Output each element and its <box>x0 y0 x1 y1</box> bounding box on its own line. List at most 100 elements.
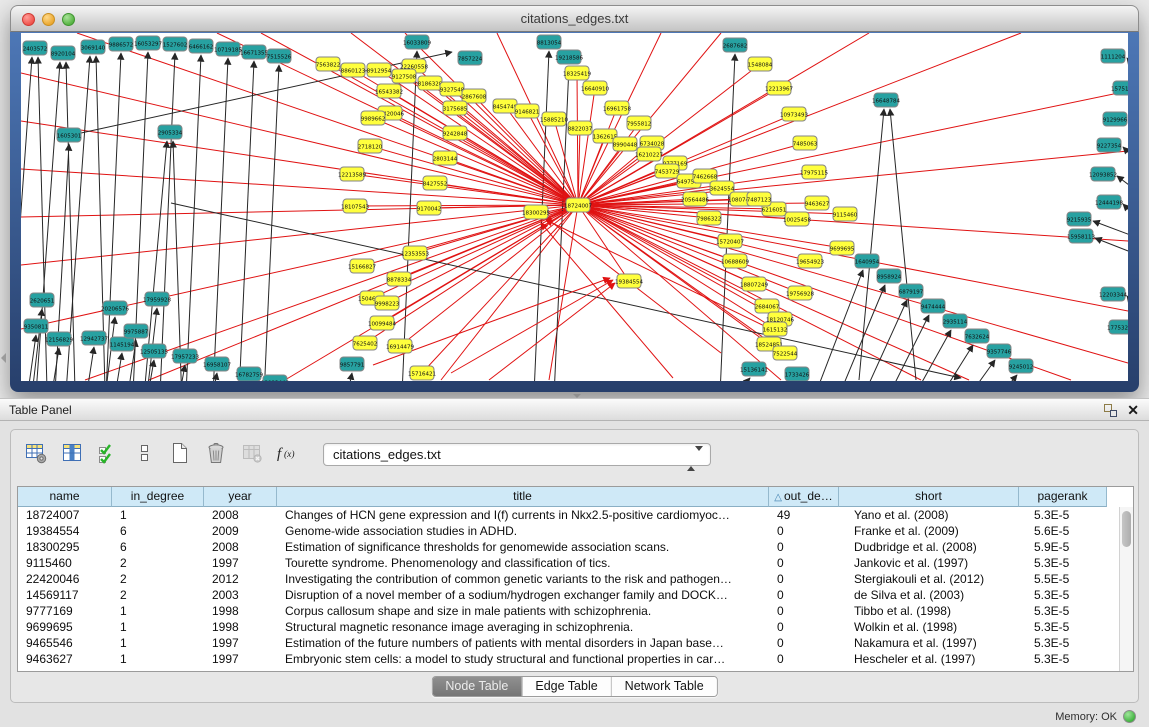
table-cell[interactable]: 1997 <box>204 635 277 651</box>
new-table-icon[interactable] <box>165 439 195 469</box>
table-cell[interactable]: 0 <box>769 587 839 603</box>
column-header-outde[interactable]: △out_de… <box>769 487 839 507</box>
table-row[interactable]: 1830029562008Estimation of significance … <box>18 539 1119 555</box>
table-cell[interactable]: 18300295 <box>18 539 112 555</box>
graph-edge[interactable] <box>1123 204 1128 222</box>
graph-edge[interactable] <box>855 315 929 381</box>
select-all-icon[interactable] <box>93 439 123 469</box>
table-cell[interactable]: 19384554 <box>18 523 112 539</box>
table-cell[interactable]: 5.3E-5 <box>1019 587 1107 603</box>
table-cell[interactable]: 2 <box>112 555 204 571</box>
graph-edge[interactable] <box>21 335 36 381</box>
table-cell[interactable]: 5.6E-5 <box>1019 523 1107 539</box>
memory-status-icon[interactable] <box>1123 710 1136 723</box>
table-cell[interactable]: 9463627 <box>18 651 112 667</box>
graph-edge[interactable] <box>76 347 94 381</box>
table-cell[interactable]: 14569117 <box>18 587 112 603</box>
table-cell[interactable]: 1998 <box>204 619 277 635</box>
table-cell[interactable]: 9465546 <box>18 635 112 651</box>
graph-edge[interactable] <box>399 51 417 381</box>
table-cell[interactable]: 0 <box>769 619 839 635</box>
graph-edge[interactable] <box>370 146 578 205</box>
graph-edge[interactable] <box>577 73 578 205</box>
minimize-window-icon[interactable] <box>42 13 55 26</box>
function-builder-icon[interactable]: f (x) <box>273 439 303 469</box>
table-cell[interactable]: 5.3E-5 <box>1019 619 1107 635</box>
table-cell[interactable]: 9777169 <box>18 603 112 619</box>
graph-edge[interactable] <box>21 169 578 205</box>
graph-edge[interactable] <box>183 55 201 381</box>
table-cell[interactable]: 1 <box>112 619 204 635</box>
table-cell[interactable]: 5.3E-5 <box>1019 507 1107 523</box>
table-cell[interactable]: Tourette syndrome. Phenomenology and cla… <box>277 555 769 571</box>
table-cell[interactable]: 1 <box>112 651 204 667</box>
table-cell[interactable]: Hescheler et al. (1997) <box>839 651 1019 667</box>
vertical-scrollbar[interactable] <box>1119 507 1133 671</box>
table-cell[interactable]: Investigating the contribution of common… <box>277 571 769 587</box>
table-cell[interactable]: 2 <box>112 571 204 587</box>
graph-edge[interactable] <box>167 365 185 381</box>
table-cell[interactable]: de Silva et al. (2003) <box>839 587 1019 603</box>
graph-edge[interactable] <box>811 285 885 381</box>
table-cell[interactable]: 5.9E-5 <box>1019 539 1107 555</box>
graph-edge[interactable] <box>399 205 578 279</box>
table-row[interactable]: 911546021997Tourette syndrome. Phenomeno… <box>18 555 1119 571</box>
table-row[interactable]: 977716911998Corpus callosum shape and si… <box>18 603 1119 619</box>
graph-edge[interactable] <box>400 205 578 346</box>
table-row[interactable]: 2242004622012Investigating the contribut… <box>18 571 1119 587</box>
tab-network-table[interactable]: Network Table <box>611 677 717 696</box>
scrollbar-thumb[interactable] <box>1122 511 1131 547</box>
table-row[interactable]: 1872400712008Changes of HCN gene express… <box>18 507 1119 523</box>
control-panel-collapse-handle[interactable] <box>1 353 6 363</box>
graph-edge[interactable] <box>676 378 750 381</box>
table-row[interactable]: 1938455462009Genome-wide association stu… <box>18 523 1119 539</box>
table-cell[interactable]: 5.3E-5 <box>1019 603 1107 619</box>
table-cell[interactable]: Corpus callosum shape and size in male p… <box>277 603 769 619</box>
row-height-icon[interactable] <box>129 439 159 469</box>
column-header-short[interactable]: short <box>839 487 1019 507</box>
graph-edge[interactable] <box>578 205 800 293</box>
table-cell[interactable]: 1997 <box>204 651 277 667</box>
table-cell[interactable]: 2012 <box>204 571 277 587</box>
table-cell[interactable]: Genome-wide association studies in ADHD. <box>277 523 769 539</box>
table-cell[interactable]: Yano et al. (2008) <box>839 507 1019 523</box>
table-cell[interactable]: 6 <box>112 539 204 555</box>
table-cell[interactable]: Estimation of significance thresholds fo… <box>277 539 769 555</box>
zoom-window-icon[interactable] <box>62 13 75 26</box>
graph-edge[interactable] <box>1093 221 1128 239</box>
table-cell[interactable]: Stergiakouli et al. (2012) <box>839 571 1019 587</box>
column-header-title[interactable]: title <box>277 487 769 507</box>
table-cell[interactable]: 1 <box>112 507 204 523</box>
table-cell[interactable]: Jankovic et al. (1997) <box>839 555 1019 571</box>
table-cell[interactable]: Tibbo et al. (1998) <box>839 603 1019 619</box>
network-canvas[interactable]: 1872400718300295240357289201043069140988… <box>21 33 1128 381</box>
table-cell[interactable]: 5.3E-5 <box>1019 555 1107 571</box>
table-cell[interactable]: 0 <box>769 571 839 587</box>
citation-network-graph[interactable]: 1872400718300295240357289201043069140988… <box>21 33 1128 381</box>
table-cell[interactable]: 1 <box>112 603 204 619</box>
tab-edge-table[interactable]: Edge Table <box>521 677 610 696</box>
tab-node-table[interactable]: Node Table <box>432 677 521 696</box>
graph-edge[interactable] <box>1127 58 1128 76</box>
table-row[interactable]: 946362711997Embryonic stem cells: a mode… <box>18 651 1119 667</box>
table-row[interactable]: 969969511998Structural magnetic resonanc… <box>18 619 1119 635</box>
table-cell[interactable]: 0 <box>769 555 839 571</box>
column-header-pagerank[interactable]: pagerank <box>1019 487 1107 507</box>
table-cell[interactable]: 2008 <box>204 539 277 555</box>
table-cell[interactable]: 2 <box>112 587 204 603</box>
table-cell[interactable]: Franke et al. (2009) <box>839 523 1019 539</box>
graph-edge[interactable] <box>489 283 615 380</box>
table-cell[interactable]: 2009 <box>204 523 277 539</box>
table-settings-icon[interactable] <box>21 439 51 469</box>
table-cell[interactable]: 0 <box>769 603 839 619</box>
table-cell[interactable]: 5.3E-5 <box>1019 635 1107 651</box>
table-cell[interactable]: 2003 <box>204 587 277 603</box>
table-cell[interactable]: 0 <box>769 651 839 667</box>
table-select-dropdown[interactable]: citations_edges.txt <box>323 443 711 466</box>
graph-edge[interactable] <box>859 109 884 380</box>
table-cell[interactable]: 9115460 <box>18 555 112 571</box>
table-cell[interactable]: Embryonic stem cells: a model to study s… <box>277 651 769 667</box>
table-cell[interactable]: 1998 <box>204 603 277 619</box>
table-cell[interactable]: Structural magnetic resonance image aver… <box>277 619 769 635</box>
graph-edge[interactable] <box>373 118 578 205</box>
